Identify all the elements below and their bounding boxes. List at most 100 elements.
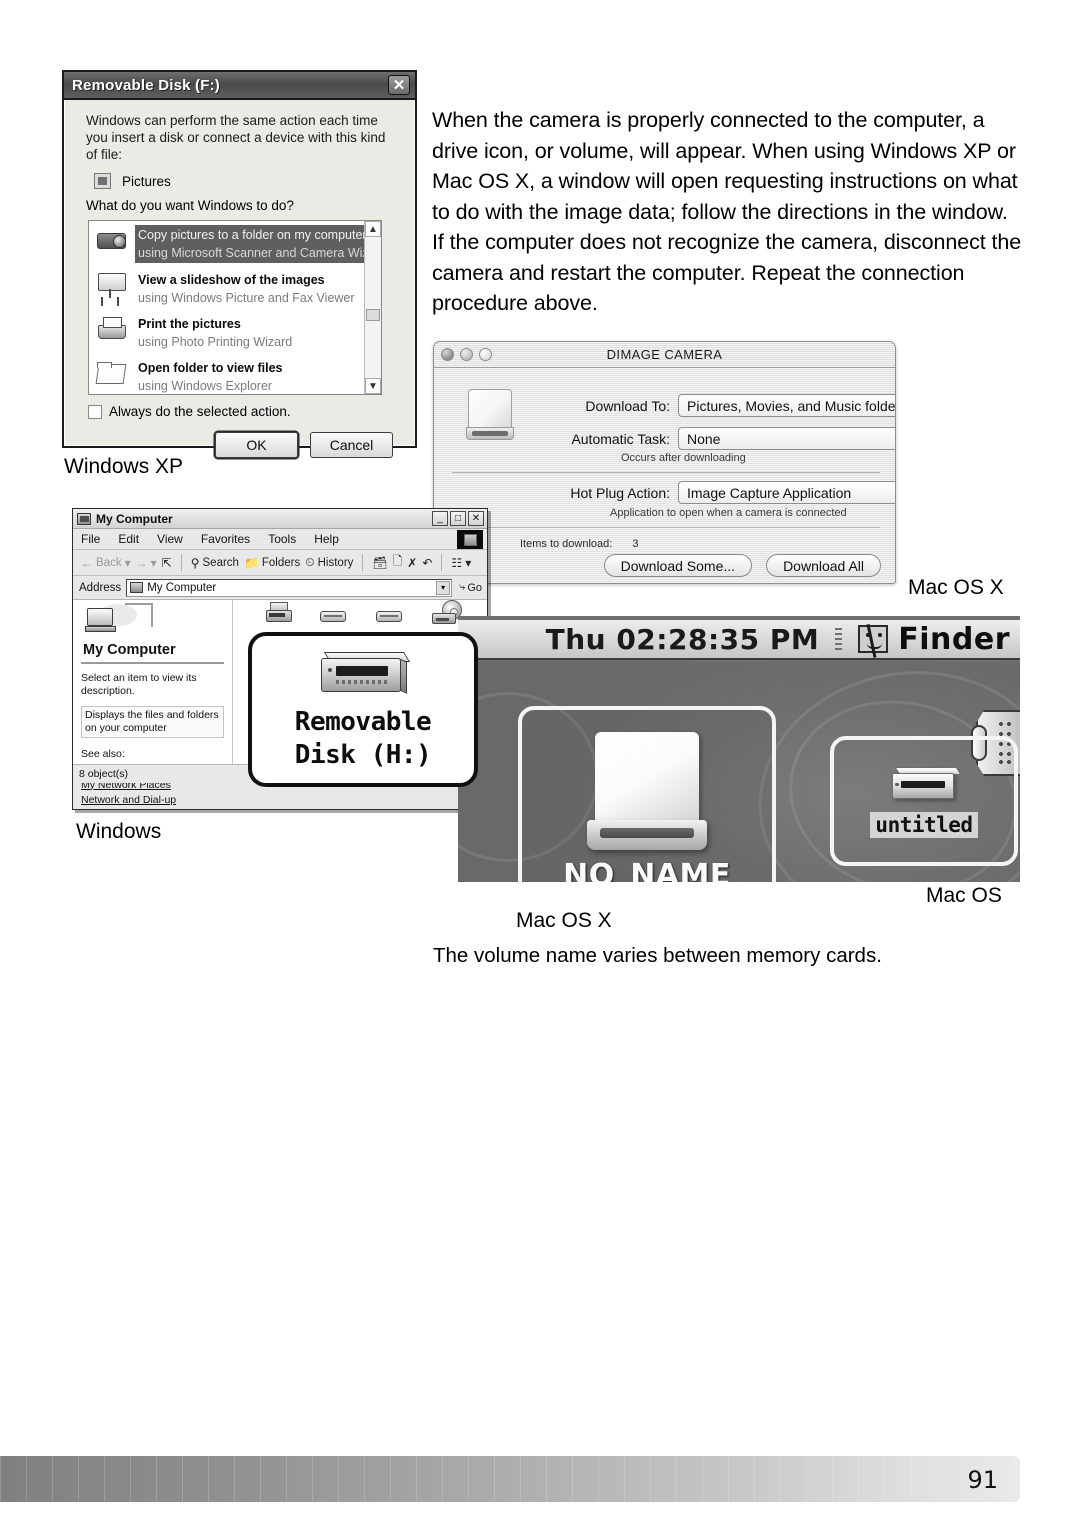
finder-menu-bar: Thu 02:28:35 PM Finder: [458, 620, 1020, 660]
link-network-dialup[interactable]: Network and Dial-up Connections: [81, 793, 224, 810]
menu-view[interactable]: View: [157, 532, 183, 546]
chevron-down-icon[interactable]: ▾: [125, 556, 131, 570]
back-button[interactable]: ← Back ▾: [81, 556, 131, 570]
menu-favorites[interactable]: Favorites: [201, 532, 250, 546]
scroll-down-icon[interactable]: ▼: [365, 378, 381, 394]
toolbar-separator: [180, 554, 182, 571]
sidebar-tip: Displays the files and folders on your c…: [81, 705, 224, 738]
camera-icon: [95, 225, 129, 255]
maximize-button[interactable]: □: [450, 511, 466, 526]
history-button[interactable]: ⏲ History: [305, 555, 353, 570]
chevron-down-icon[interactable]: ▾: [436, 580, 451, 595]
action-list[interactable]: Copy pictures to a folder on my computer…: [88, 220, 382, 395]
menu-help[interactable]: Help: [314, 532, 339, 546]
hot-plug-action-label: Hot Plug Action:: [570, 484, 670, 501]
explorer-sidebar: My Computer Select an item to view its d…: [73, 600, 233, 809]
action-title: Open folder to view files: [138, 361, 283, 375]
caption-mac-os: Mac OS: [926, 884, 1002, 907]
views-button[interactable]: ☷ ▾: [451, 556, 471, 570]
toolbar: ← Back ▾ → ▾ ⇱ ⚲ Search 📁 Folders ⏲ Hist…: [73, 550, 487, 576]
dialog-description: Windows can perform the same action each…: [86, 113, 386, 162]
mac-os9-volume-icon: [888, 765, 962, 807]
automatic-task-label: Automatic Task:: [571, 430, 670, 447]
page-footer-bar: 91: [0, 1456, 1020, 1502]
back-label: Back: [96, 556, 122, 569]
search-button[interactable]: ⚲ Search: [191, 556, 239, 570]
always-do-checkbox[interactable]: [88, 404, 102, 419]
up-button[interactable]: ⇱: [162, 556, 172, 570]
dialog-title: Removable Disk (F:): [72, 76, 220, 94]
mac-window-controls[interactable]: [441, 348, 492, 361]
action-title: Print the pictures: [138, 317, 241, 331]
pictures-icon: [94, 173, 111, 189]
minimize-icon[interactable]: [460, 348, 473, 361]
no-name-volume-callout[interactable]: NO_NAME: [518, 706, 776, 882]
menu-edit[interactable]: Edit: [118, 532, 139, 546]
slideshow-icon: [95, 270, 129, 300]
scrollbar-thumb[interactable]: [366, 309, 380, 321]
download-to-select[interactable]: Pictures, Movies, and Music folders: [678, 394, 895, 417]
mac-desktop-screenshot: NO_NAME untitled Thu 02:28:35 PM Finder: [458, 616, 1020, 882]
close-icon[interactable]: [441, 348, 454, 361]
folders-button[interactable]: 📁 Folders: [244, 556, 300, 570]
footer-tick-marks: [0, 1456, 1020, 1502]
zoom-icon[interactable]: [479, 348, 492, 361]
ok-button[interactable]: OK: [215, 432, 298, 458]
hot-plug-action-select[interactable]: Image Capture Application: [678, 481, 895, 504]
download-all-button[interactable]: Download All: [766, 554, 881, 577]
history-icon: ⏲: [305, 555, 315, 569]
scrollbar[interactable]: ▲ ▼: [364, 221, 381, 394]
forward-button[interactable]: → ▾: [136, 556, 157, 570]
undo-button[interactable]: ↶: [422, 556, 432, 570]
download-to-label: Download To:: [585, 397, 670, 414]
toolbar-separator: [441, 554, 443, 571]
divider: [452, 472, 880, 473]
untitled-volume-callout[interactable]: untitled: [830, 736, 1018, 866]
move-to-icon: 🗃: [372, 555, 388, 570]
folder-icon: [95, 358, 129, 388]
automatic-task-select[interactable]: None: [678, 427, 895, 450]
sidebar-banner: [81, 600, 224, 642]
delete-button[interactable]: ✗: [407, 556, 417, 570]
go-arrow-icon: ⤷: [459, 581, 466, 593]
items-to-download-row: Items to download: 3: [520, 538, 638, 550]
finder-face-icon[interactable]: [858, 624, 889, 658]
go-button[interactable]: ⤷ Go: [459, 581, 487, 594]
download-some-button[interactable]: Download Some...: [603, 554, 753, 577]
forward-arrow-icon: →: [135, 555, 148, 570]
cancel-button[interactable]: Cancel: [310, 432, 393, 458]
copy-to-button[interactable]: 🗋: [393, 552, 403, 573]
action-list-item[interactable]: Copy pictures to a folder on my computer…: [89, 221, 381, 266]
menu-bar-grip-icon: [835, 628, 843, 650]
file-type-row: Pictures: [94, 173, 399, 189]
move-to-button[interactable]: 🗃: [372, 556, 387, 570]
action-subtitle: using Windows Picture and Fax Viewer: [138, 291, 355, 305]
chevron-down-icon[interactable]: ▾: [151, 556, 157, 570]
application-menu-finder[interactable]: Finder: [898, 622, 1010, 657]
sidebar-description: Select an item to view its description.: [81, 671, 197, 697]
close-icon[interactable]: ✕: [388, 75, 410, 95]
copy-to-icon: 🗋: [392, 554, 403, 568]
action-title: Copy pictures to a folder on my computer: [138, 228, 367, 242]
mac-dialog-buttons: Download Some... Download All: [603, 554, 881, 577]
scroll-up-icon[interactable]: ▲: [365, 221, 381, 237]
caption-windows: Windows: [76, 820, 162, 843]
menu-file[interactable]: File: [81, 532, 100, 546]
action-list-item[interactable]: Print the pictures using Photo Printing …: [89, 310, 381, 354]
go-label: Go: [467, 581, 482, 594]
delete-icon: ✗: [407, 555, 418, 570]
windows-xp-autoplay-dialog: Removable Disk (F:) ✕ Windows can perfor…: [62, 70, 417, 458]
back-arrow-icon: ←: [81, 555, 93, 570]
chevron-down-icon[interactable]: ▾: [465, 556, 471, 570]
close-button[interactable]: ✕: [468, 511, 484, 526]
printer-icon: [95, 314, 129, 344]
address-input[interactable]: My Computer ▾: [126, 578, 453, 597]
action-list-item[interactable]: View a slideshow of the images using Win…: [89, 266, 381, 310]
caption-mac-os-x-bottom: Mac OS X: [516, 909, 612, 932]
minimize-button[interactable]: _: [432, 511, 448, 526]
action-list-item[interactable]: Open folder to view files using Windows …: [89, 354, 381, 394]
manual-page: Removable Disk (F:) ✕ Windows can perfor…: [0, 0, 1080, 1529]
menu-bar-clock[interactable]: Thu 02:28:35 PM: [546, 623, 820, 656]
always-do-checkbox-row[interactable]: Always do the selected action.: [88, 404, 399, 419]
menu-tools[interactable]: Tools: [268, 532, 296, 546]
